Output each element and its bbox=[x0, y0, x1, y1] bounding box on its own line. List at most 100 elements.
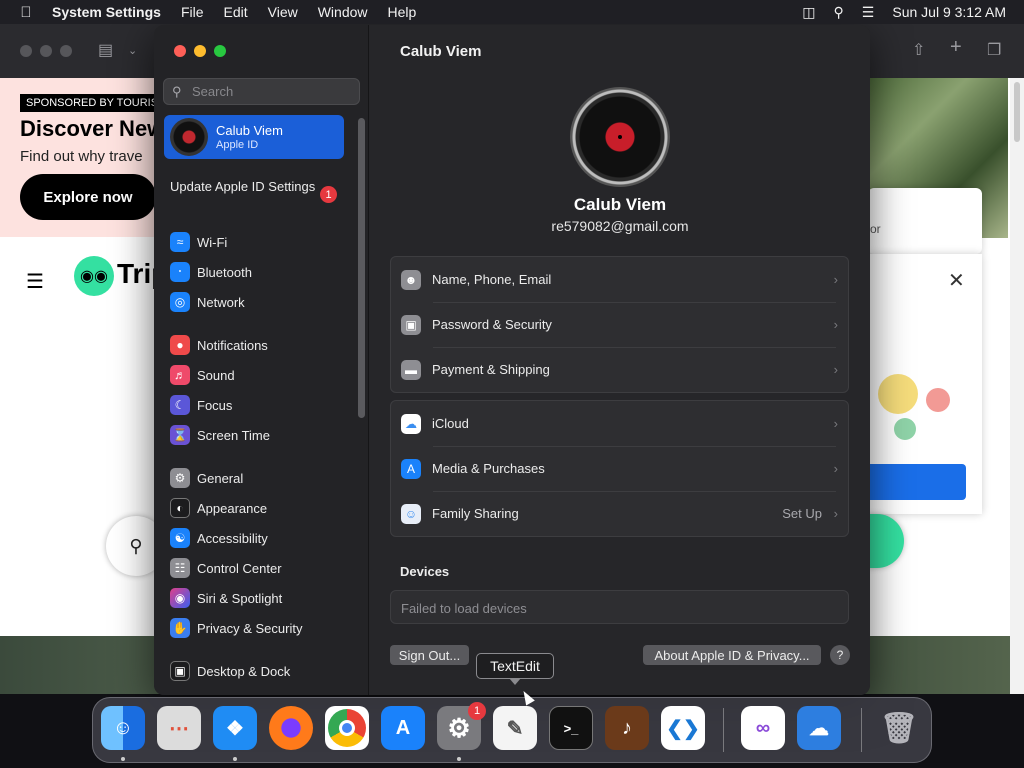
terminal-icon[interactable]: >_ bbox=[549, 706, 593, 750]
sign-out-button[interactable]: Sign Out... bbox=[390, 645, 469, 665]
page-title: Calub Viem bbox=[400, 43, 482, 60]
row-payment-shipping[interactable]: ▬ Payment & Shipping › bbox=[391, 347, 848, 392]
share-icon[interactable]: ⇧ bbox=[912, 40, 925, 60]
dock-separator bbox=[723, 708, 724, 752]
sidebar-toggle-icon[interactable]: ▤ bbox=[98, 40, 113, 60]
illustration-shape bbox=[894, 418, 916, 440]
modal-primary-button[interactable] bbox=[868, 464, 966, 500]
sidebar-item-desktop-dock[interactable]: ▣ Desktop & Dock bbox=[170, 659, 290, 683]
tooltip-arrow bbox=[509, 678, 521, 685]
sidebar-item-network[interactable]: ◎ Network bbox=[170, 290, 245, 314]
explore-now-button[interactable]: Explore now bbox=[20, 174, 156, 220]
sidebar-scrollbar[interactable] bbox=[358, 118, 365, 418]
dock: ☺ ⋯ ❖ A ⚙ 1 ✎ >_ ♪ ❮❯ ∞ ☁ 🗑 bbox=[92, 697, 932, 763]
tripadvisor-owl-icon[interactable]: ◉◉ bbox=[74, 256, 114, 296]
chevron-down-icon[interactable]: ⌄ bbox=[128, 44, 137, 57]
sidebar-item-label: Bluetooth bbox=[197, 264, 252, 280]
minimize-window-button[interactable] bbox=[194, 45, 206, 57]
browser-scrollbar[interactable] bbox=[1010, 78, 1024, 694]
launchpad-icon[interactable]: ⋯ bbox=[157, 706, 201, 750]
sidebar-item-apple-id[interactable]: Calub Viem Apple ID bbox=[164, 115, 344, 159]
menu-file[interactable]: File bbox=[181, 4, 204, 20]
weather-icon[interactable]: ☁ bbox=[797, 706, 841, 750]
row-password-security[interactable]: ▣ Password & Security › bbox=[391, 302, 848, 347]
sidebar-item-update-apple-id[interactable]: Update Apple ID Settings bbox=[170, 179, 330, 195]
help-button[interactable]: ? bbox=[830, 645, 850, 665]
menu-help[interactable]: Help bbox=[388, 4, 417, 20]
row-label: Password & Security bbox=[432, 317, 552, 332]
account-name: Calub Viem bbox=[216, 123, 283, 138]
chrome-icon[interactable] bbox=[325, 706, 369, 750]
devices-list: Failed to load devices bbox=[390, 590, 849, 624]
window-controls bbox=[174, 45, 226, 57]
zoom-window-button[interactable] bbox=[214, 45, 226, 57]
menu-window[interactable]: Window bbox=[318, 4, 368, 20]
vscode-icon[interactable]: ❮❯ bbox=[661, 706, 705, 750]
bell-icon: ● bbox=[170, 335, 190, 355]
finder-icon[interactable]: ☺ bbox=[101, 706, 145, 750]
background-modal: ✕ bbox=[868, 254, 982, 514]
sidebar-item-label: Screen Time bbox=[197, 427, 270, 443]
sidebar-item-screen-time[interactable]: ⌛ Screen Time bbox=[170, 423, 270, 447]
guitar-icon[interactable]: ♪ bbox=[605, 706, 649, 750]
accessibility-icon: ☯ bbox=[170, 528, 190, 548]
menu-view[interactable]: View bbox=[268, 4, 298, 20]
sidebar-item-notifications[interactable]: ● Notifications bbox=[170, 333, 268, 357]
sidebar-item-siri-spotlight[interactable]: ◉ Siri & Spotlight bbox=[170, 586, 282, 610]
control-center-icon[interactable]: ☰ bbox=[862, 4, 875, 21]
apple-icon[interactable]:  bbox=[0, 4, 52, 21]
sidebar-item-privacy-security[interactable]: ✋ Privacy & Security bbox=[170, 616, 302, 640]
about-apple-id-privacy-button[interactable]: About Apple ID & Privacy... bbox=[643, 645, 821, 665]
hand-icon: ✋ bbox=[170, 618, 190, 638]
person-icon: ☻ bbox=[401, 269, 421, 290]
row-family-sharing[interactable]: ☺ Family Sharing Set Up › bbox=[391, 491, 848, 536]
menu-edit[interactable]: Edit bbox=[224, 4, 248, 20]
services-group: ☁ iCloud › A Media & Purchases › ☺ Famil… bbox=[390, 400, 849, 537]
sidebar-search-input[interactable] bbox=[192, 84, 352, 99]
card-icon: ▬ bbox=[401, 359, 421, 380]
sidebar-item-general[interactable]: ⚙ General bbox=[170, 466, 243, 490]
sidebar-item-bluetooth[interactable]: ᛫ Bluetooth bbox=[170, 260, 252, 284]
sidebar-item-appearance[interactable]: ◐ Appearance bbox=[170, 496, 267, 520]
illustration-shape bbox=[926, 388, 950, 412]
sidebar-item-control-center[interactable]: ☷ Control Center bbox=[170, 556, 282, 580]
avatar[interactable] bbox=[570, 87, 670, 187]
sponsor-label: SPONSORED BY TOURIS bbox=[20, 94, 160, 112]
avatar bbox=[170, 118, 208, 156]
bluetooth-icon: ᛫ bbox=[170, 262, 190, 282]
sidebar-item-label: Accessibility bbox=[197, 530, 268, 546]
trash-icon[interactable]: 🗑 bbox=[877, 706, 921, 750]
hamburger-menu-icon[interactable]: ☰ bbox=[26, 269, 44, 294]
sidebar-item-label: Notifications bbox=[197, 337, 268, 353]
devices-status: Failed to load devices bbox=[401, 601, 527, 616]
app-store-icon: A bbox=[401, 458, 421, 479]
sidebar-item-accessibility[interactable]: ☯ Accessibility bbox=[170, 526, 268, 550]
close-window-button[interactable] bbox=[174, 45, 186, 57]
sidebar-item-sound[interactable]: ♬ Sound bbox=[170, 363, 235, 387]
tab-overview-icon[interactable]: ❐ bbox=[987, 40, 1001, 60]
row-name-phone-email[interactable]: ☻ Name, Phone, Email › bbox=[391, 257, 848, 302]
sidebar-item-label: Appearance bbox=[197, 500, 268, 516]
row-media-purchases[interactable]: A Media & Purchases › bbox=[391, 446, 848, 491]
menu-app-name[interactable]: System Settings bbox=[52, 4, 161, 20]
appearance-icon: ◐ bbox=[170, 498, 190, 518]
spotlight-search-icon[interactable]: ⚲ bbox=[834, 4, 844, 21]
background-popup: or bbox=[868, 188, 982, 254]
app-store-icon[interactable]: A bbox=[381, 706, 425, 750]
screen-mirroring-icon[interactable]: ◫ bbox=[802, 4, 815, 21]
close-icon[interactable]: ✕ bbox=[948, 268, 965, 293]
sidebar-item-label: Desktop & Dock bbox=[197, 663, 291, 679]
visual-studio-icon[interactable]: ∞ bbox=[741, 706, 785, 750]
illustration-shape bbox=[878, 374, 918, 414]
sidebar-item-wifi[interactable]: ≈ Wi-Fi bbox=[170, 230, 227, 254]
sidebar-item-label: Network bbox=[197, 294, 245, 310]
row-icloud[interactable]: ☁ iCloud › bbox=[391, 401, 848, 446]
sidebar-item-focus[interactable]: ☾ Focus bbox=[170, 393, 232, 417]
account-settings-group: ☻ Name, Phone, Email › ▣ Password & Secu… bbox=[390, 256, 849, 393]
new-tab-icon[interactable]: + bbox=[950, 36, 962, 59]
menu-clock[interactable]: Sun Jul 9 3:12 AM bbox=[892, 4, 1006, 20]
safari-icon[interactable]: ❖ bbox=[213, 706, 257, 750]
textedit-icon[interactable]: ✎ bbox=[493, 706, 537, 750]
firefox-icon[interactable] bbox=[269, 706, 313, 750]
lock-icon: ▣ bbox=[401, 314, 421, 335]
